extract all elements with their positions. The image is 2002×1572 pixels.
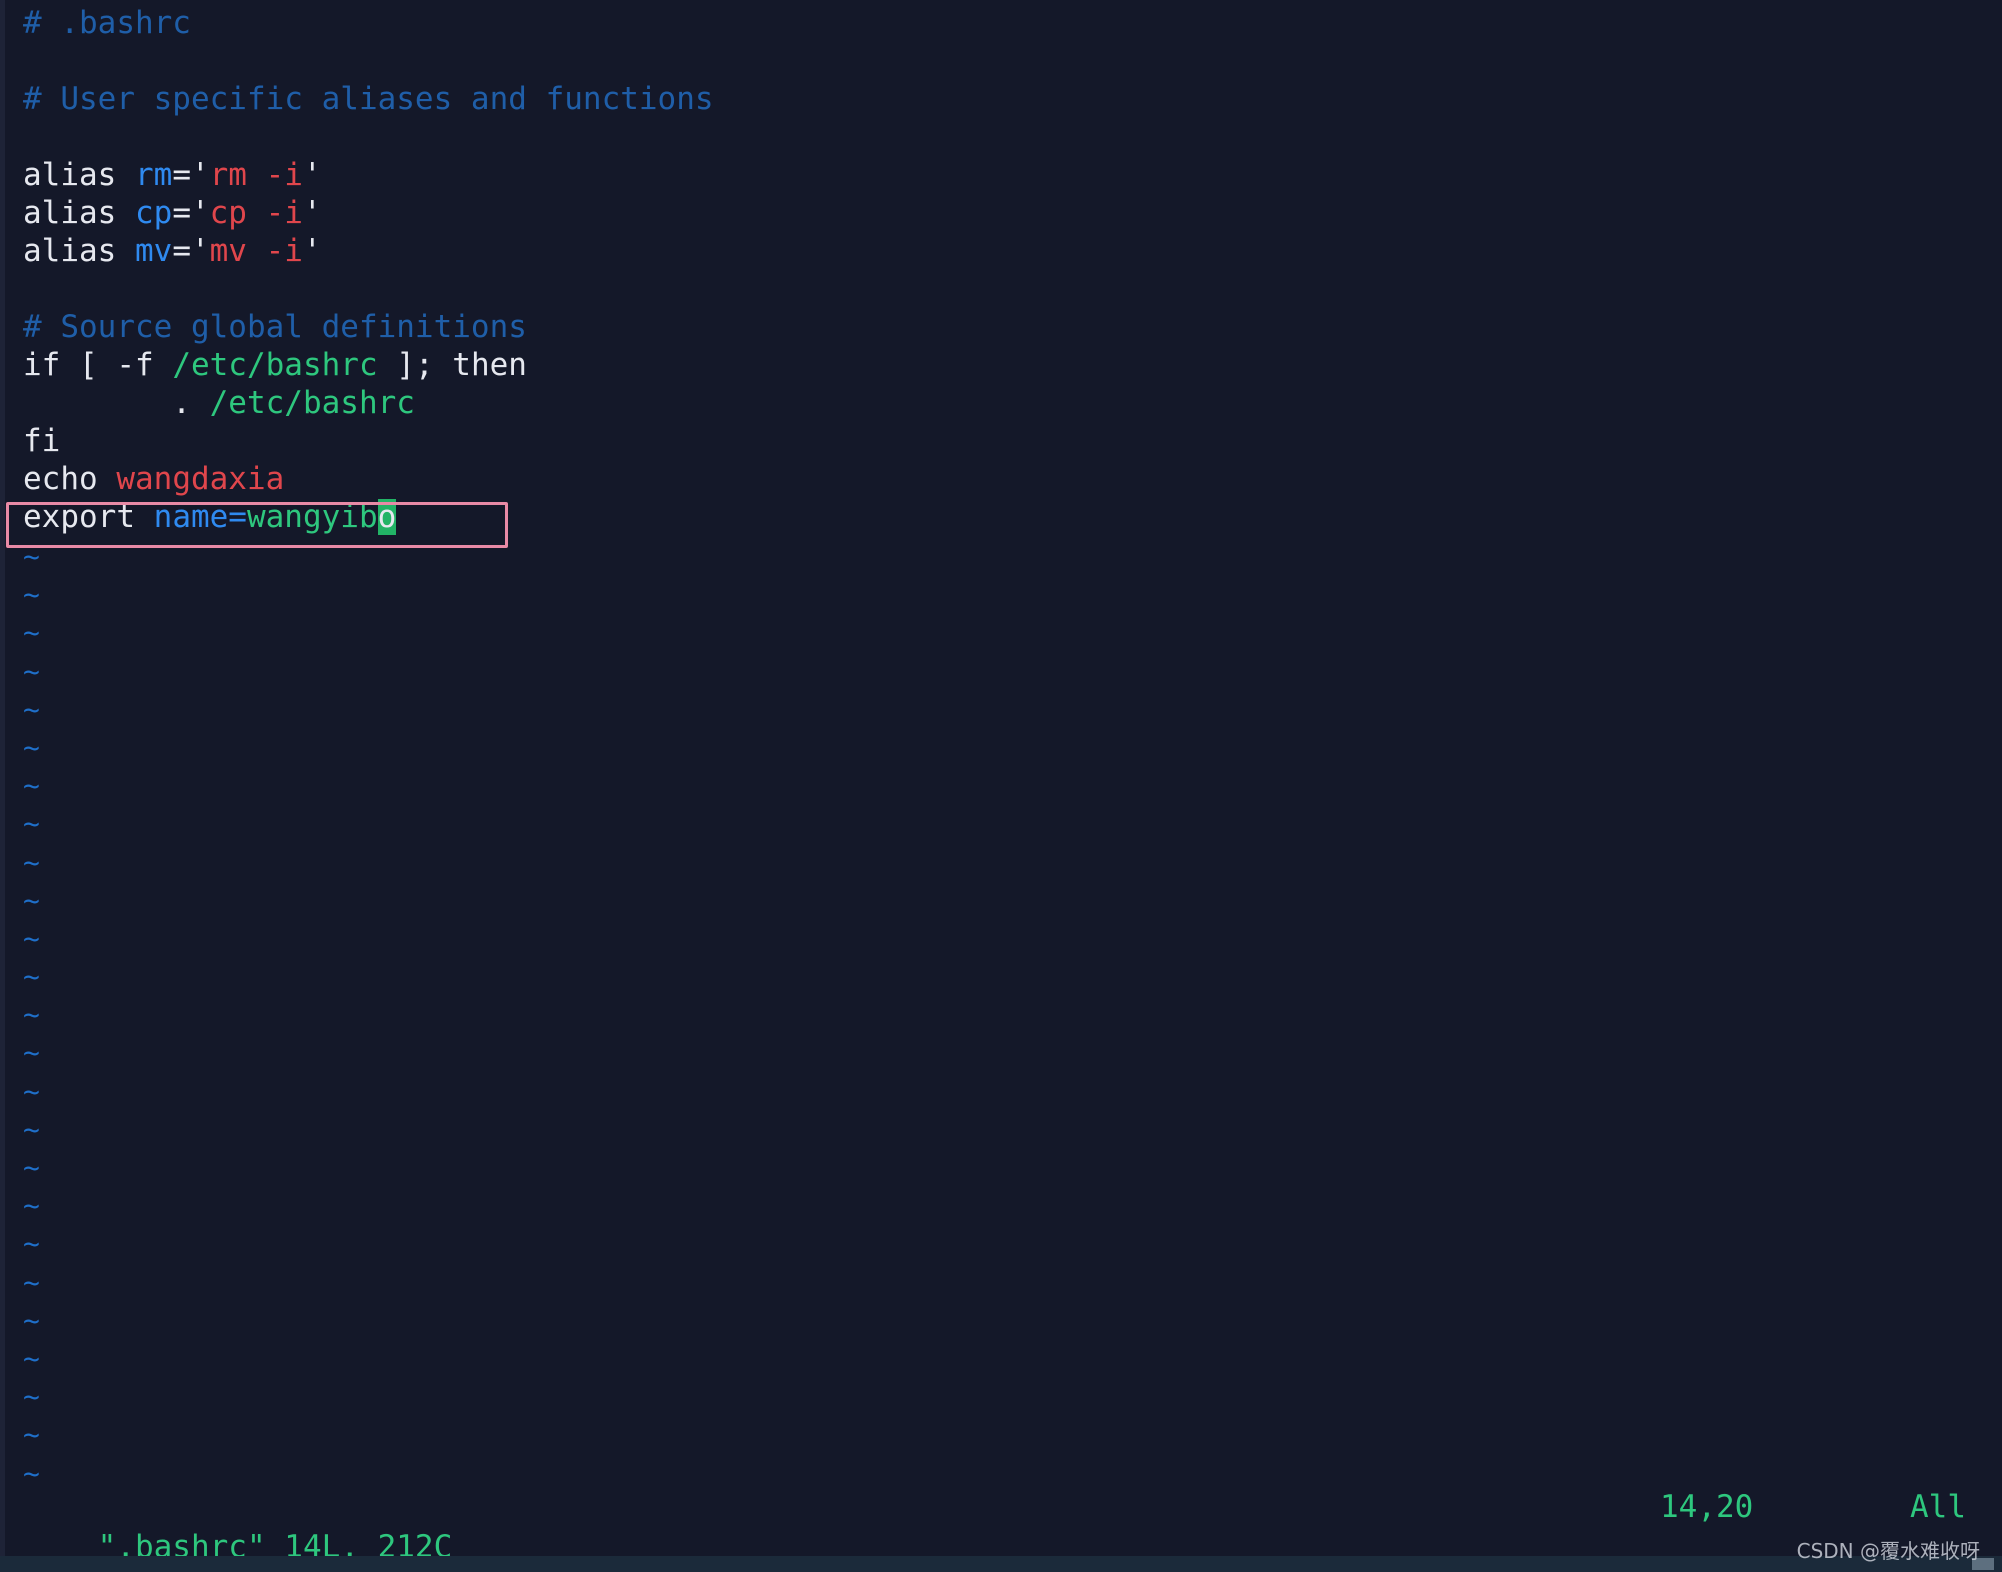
empty-line-tilde: ~ [23,845,40,879]
empty-line-markers: ~ ~ ~ ~ ~ ~ ~ ~ ~ ~ ~ ~ ~ ~ ~ ~ ~ ~ ~ ~ ~ ~ ~ ~ ~ [23,538,40,1493]
buffer-line-comment-aliases[interactable]: # User specific aliases and functions [23,80,714,118]
code-token: . [23,385,210,421]
empty-line-tilde: ~ [23,1265,40,1299]
empty-line-tilde: ~ [23,1112,40,1146]
code-token: ' [302,233,322,269]
buffer-line-comment-bashrc[interactable]: # .bashrc [23,4,714,42]
empty-line-tilde: ~ [23,883,40,917]
code-token: wangdaxia [116,461,285,497]
terminal-window[interactable]: # .bashrc # User specific aliases and fu… [0,0,2002,1572]
empty-line-tilde: ~ [23,1036,40,1070]
empty-line-tilde: ~ [23,730,40,764]
vim-buffer[interactable]: # .bashrc # User specific aliases and fu… [23,4,714,536]
code-token: # User specific aliases and functions [23,81,714,117]
empty-line-tilde: ~ [23,1341,40,1375]
buffer-line-echo-line[interactable]: echo wangdaxia [23,460,714,498]
buffer-line-comment-source[interactable]: # Source global definitions [23,308,714,346]
status-cursor-position: 14,20 [1660,1489,1754,1525]
empty-line-tilde: ~ [23,1303,40,1337]
buffer-line-alias-cp[interactable]: alias cp='cp -i' [23,194,714,232]
empty-line-tilde: ~ [23,616,40,650]
code-token: ' [302,157,322,193]
code-token: ]; then [377,347,527,383]
empty-line-tilde: ~ [23,1189,40,1223]
empty-line-tilde: ~ [23,807,40,841]
vim-status-line: ".bashrc" 14L, 212C 14,20 All [23,1487,1966,1565]
empty-line-tilde: ~ [23,921,40,955]
empty-line-tilde: ~ [23,578,40,612]
code-token: if [ -f [23,347,173,383]
buffer-line-alias-rm[interactable]: alias rm='rm -i' [23,156,714,194]
empty-line-tilde: ~ [23,1227,40,1261]
buffer-line-if-line[interactable]: if [ -f /etc/bashrc ]; then [23,346,714,384]
buffer-line-alias-mv[interactable]: alias mv='mv -i' [23,232,714,270]
buffer-line-blank-2[interactable] [23,118,714,156]
code-token: mv -i [209,233,303,269]
empty-line-tilde: ~ [23,1074,40,1108]
empty-line-tilde: ~ [23,769,40,803]
buffer-line-blank-1[interactable] [23,42,714,80]
code-token: fi [23,423,61,459]
code-token: ' [302,195,322,231]
code-token: =' [172,195,210,231]
buffer-line-fi-line[interactable]: fi [23,422,714,460]
empty-line-tilde: ~ [23,1151,40,1184]
empty-line-tilde: ~ [23,654,40,688]
code-token: rm [134,157,173,193]
code-token: rm -i [209,157,303,193]
window-left-edge [0,0,5,1556]
status-scroll-indicator: All [1910,1489,1966,1525]
empty-line-tilde: ~ [23,540,40,573]
code-token: cp -i [209,195,303,231]
buffer-line-blank-3[interactable] [23,270,714,308]
code-token: =' [172,233,210,269]
code-token: cp [134,195,173,231]
bottom-scrollbar[interactable] [0,1556,2002,1572]
highlight-annotation-box [6,502,508,548]
watermark-text: CSDN @覆水难收呀 [1796,1539,1980,1563]
code-token: # .bashrc [23,5,191,41]
code-token: alias [23,233,135,269]
code-token: alias [23,195,135,231]
code-token: mv [134,233,173,269]
code-token: /etc/bashrc [172,347,378,383]
code-token: # Source global definitions [23,309,527,345]
code-token: echo [23,461,117,497]
empty-line-tilde: ~ [23,1380,40,1414]
code-token: /etc/bashrc [209,385,415,421]
code-token: =' [172,157,210,193]
empty-line-tilde: ~ [23,998,40,1032]
buffer-line-source-line[interactable]: . /etc/bashrc [23,384,714,422]
empty-line-tilde: ~ [23,692,40,726]
empty-line-tilde: ~ [23,960,40,994]
code-token: alias [23,157,135,193]
empty-line-tilde: ~ [23,1418,40,1452]
